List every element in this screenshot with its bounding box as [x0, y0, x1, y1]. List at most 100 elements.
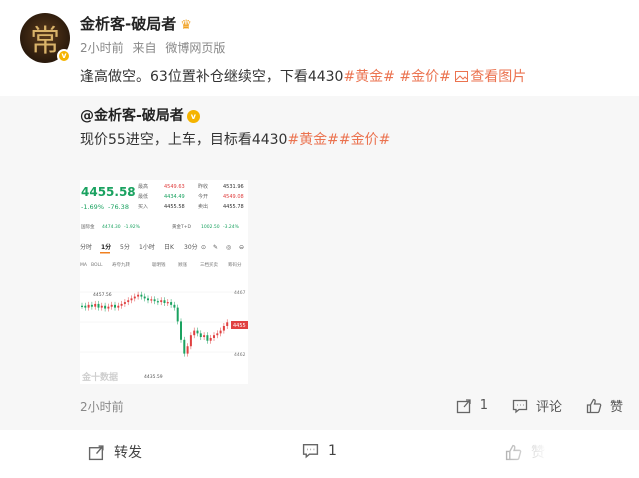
post-time[interactable]: 2小时前 [80, 41, 124, 55]
draw-icon: ✎ [213, 244, 218, 251]
post-author[interactable]: 金析客-破局者 ♛ [80, 13, 192, 34]
change-pct: -1.69% [81, 203, 104, 211]
period-tab-3: 5分 [120, 243, 130, 251]
repost-share-count: 1 [479, 398, 488, 413]
repost-verified-icon: v [186, 109, 200, 123]
indicator-3: 寿夸九转 [112, 261, 130, 268]
indicator-tabs: MA BOLL 寿夸九转 聪明钱 顾涨 三档买卖 筹码分 [80, 261, 242, 268]
post-meta: 2小时前 来自 微博网页版 [80, 39, 230, 56]
candle-body [219, 330, 222, 334]
candle-body [226, 322, 229, 326]
related-val-1: 4474.30 [102, 224, 121, 230]
candle-body [133, 296, 136, 299]
field-high-key: 最高 [138, 183, 148, 190]
repost-tag-gold[interactable]: #黄金# [287, 132, 338, 148]
field-ask-key: 卖出 [198, 203, 208, 210]
field-prev-close-key: 昨收 [198, 183, 208, 190]
view-picture-link[interactable]: 查看图片 [455, 69, 526, 85]
candle-body [90, 304, 93, 307]
view-picture-label: 查看图片 [470, 69, 527, 85]
candle-body [100, 305, 103, 308]
candle-body [104, 305, 107, 309]
period-tab-active-underline [100, 252, 110, 254]
repost-tag-gold-price[interactable]: #金价# [339, 132, 390, 148]
share-label: 转发 [114, 445, 142, 461]
repost-share-button[interactable]: 1 [456, 398, 488, 414]
candle-body [143, 296, 146, 299]
candle-body [173, 304, 176, 308]
field-bid-val: 4455.58 [164, 204, 185, 210]
related-pct-1: -1.92% [124, 224, 141, 230]
candle-body [117, 305, 120, 308]
candle-body [97, 303, 100, 308]
repost-image[interactable]: 4455.58 ↓ -1.69% -76.38 最高 4549.63 昨收 45… [80, 180, 248, 384]
candle-body [166, 302, 169, 304]
repost-like-button[interactable]: 赞 [586, 396, 623, 415]
field-open-key: 今开 [198, 193, 208, 200]
period-tab-5: 日K [164, 244, 175, 251]
related-val-2: 1002.50 [201, 224, 220, 230]
indicator-4: 聪明钱 [152, 261, 166, 268]
related-name-2: 黄金T+D [172, 223, 192, 230]
tag-gold-price[interactable]: #金价# [399, 69, 450, 85]
candle-body [222, 326, 225, 331]
field-high-val: 4549.63 [164, 184, 185, 190]
candle-body [81, 305, 83, 307]
picture-icon [455, 71, 469, 82]
candle-body [114, 304, 116, 308]
candle-body [140, 294, 143, 297]
quote-fields: 最高 4549.63 昨收 4531.96 最低 4434.49 今开 4549… [138, 183, 244, 210]
indicator-5: 顾涨 [178, 261, 187, 268]
indicator-6: 三档买卖 [200, 261, 218, 268]
repost-author[interactable]: @金析客-破局者 v [80, 105, 200, 125]
field-low-val: 4434.49 [164, 194, 185, 200]
down-arrow-icon: ↓ [126, 189, 134, 199]
change-abs: -76.38 [108, 203, 129, 211]
post-author-name[interactable]: 金析客-破局者 [80, 15, 176, 33]
candle-body [186, 346, 189, 354]
candle-body [193, 330, 196, 336]
post-text: 逢高做空。63位置补仓继续空，下看4430#黄金# #金价# 查看图片 [80, 66, 526, 86]
repost-body: 现价55进空，上车，目标看4430 [80, 132, 288, 148]
candle-body [163, 300, 166, 303]
comment-count: 1 [328, 442, 337, 459]
candle-body [203, 335, 206, 338]
field-open-val: 4549.08 [223, 194, 244, 200]
candle-body [160, 300, 163, 303]
field-ask-val: 4455.78 [223, 204, 244, 210]
candle-body [156, 301, 159, 303]
comment-button[interactable]: 1 [302, 442, 337, 459]
watermark: 金十数据 [81, 371, 118, 383]
repost-comment-button[interactable]: 评论 [512, 396, 562, 415]
field-low-key: 最低 [138, 193, 148, 200]
crown-icon: ♛ [180, 18, 192, 33]
candle-body [137, 294, 140, 297]
candle-body [110, 304, 113, 307]
candle-body [150, 299, 153, 301]
repost-actions: 1 评论 赞 [432, 396, 623, 415]
related-quotes: 国际金 4474.30 -1.92% 黄金T+D 1002.50 -3.24% [81, 223, 240, 230]
candle-body [147, 298, 149, 301]
period-tab-4: 1小时 [139, 243, 155, 251]
candle-body [107, 306, 110, 309]
repost-card[interactable]: @金析客-破局者 v 现价55进空，上车，目标看4430#黄金##金价# 4455… [0, 96, 639, 430]
candle-body [209, 337, 212, 341]
repost-time[interactable]: 2小时前 [80, 398, 124, 415]
candle-body [189, 335, 192, 347]
comment-icon [302, 443, 319, 459]
candle-body [153, 299, 156, 302]
candle-body [216, 333, 219, 336]
related-name-1: 国际金 [81, 223, 95, 230]
candle-body [120, 303, 123, 306]
trading-app-screenshot: 4455.58 ↓ -1.69% -76.38 最高 4549.63 昨收 45… [80, 183, 248, 384]
candle-body [87, 304, 90, 308]
share-button[interactable]: 转发 [88, 442, 142, 462]
related-pct-2: -3.24% [223, 224, 240, 230]
verified-badge-icon: v [57, 49, 71, 63]
axis-top-label: 4467 [234, 290, 246, 296]
candle-body [130, 298, 133, 301]
repost-author-name[interactable]: @金析客-破局者 [80, 108, 184, 124]
bottom-fade-overlay [459, 430, 639, 478]
forward-icon [88, 444, 104, 460]
tag-gold[interactable]: #黄金# [343, 69, 394, 85]
